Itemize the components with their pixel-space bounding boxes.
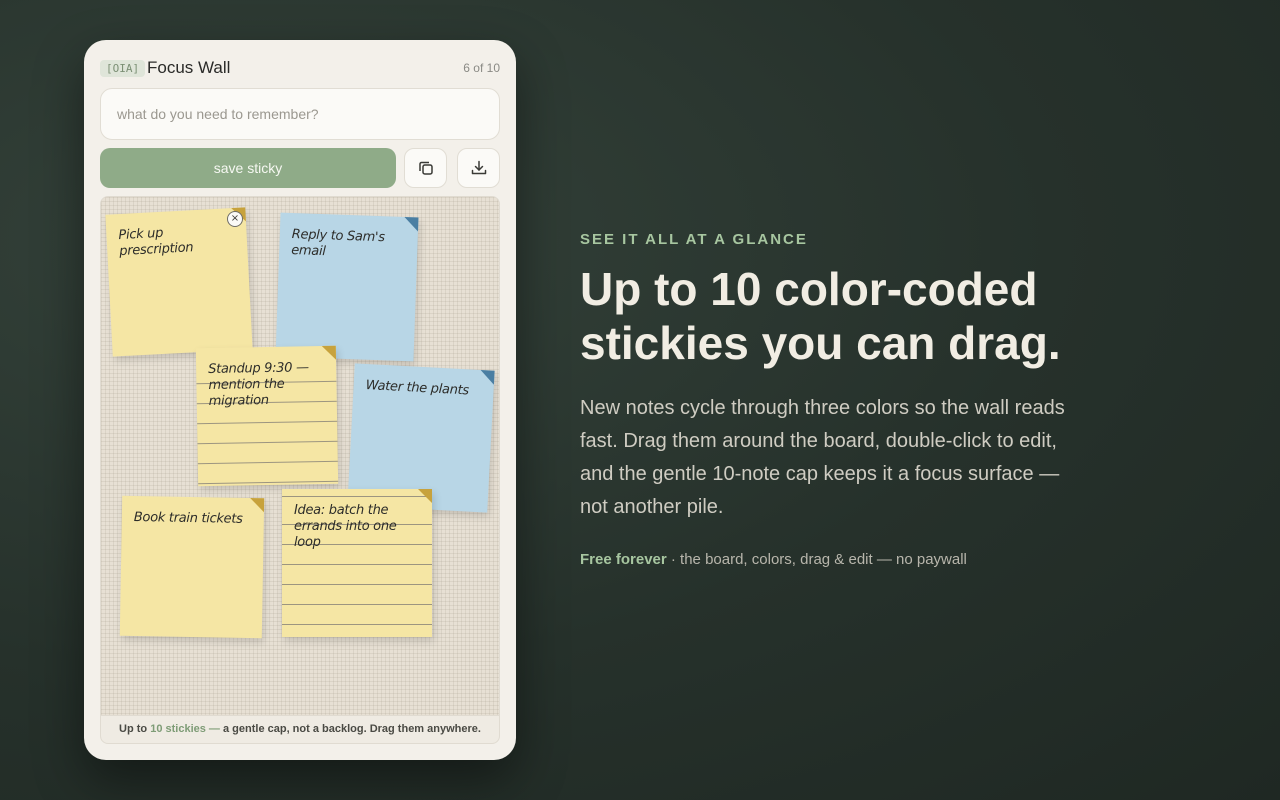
app-badge: [OIA] <box>100 60 146 77</box>
sticky-text: Reply to Sam's email <box>290 227 385 260</box>
free-label: Free forever <box>580 551 667 568</box>
sticky-note[interactable]: Standup 9:30 — mention the migration <box>195 345 339 487</box>
sticky-note[interactable]: Book train tickets <box>119 495 265 639</box>
copy-button[interactable] <box>404 148 447 188</box>
copy-icon <box>418 161 433 175</box>
pricing-note: Free forever · the board, colors, drag &… <box>580 551 967 568</box>
corner-fold <box>418 489 432 503</box>
sticky-count: 6 of 10 <box>463 61 500 75</box>
footer-prefix: Up to <box>119 723 151 735</box>
pricing-note-rest: · the board, colors, drag & edit — no pa… <box>666 551 967 568</box>
sticky-text: Water the plants <box>365 378 470 399</box>
popup-header: [OIA] Focus Wall 6 of 10 <box>100 58 500 82</box>
note-input[interactable] <box>100 88 500 140</box>
save-sticky-button[interactable]: save sticky <box>100 148 396 188</box>
focus-wall-popup: [OIA] Focus Wall 6 of 10 save sticky Pic… <box>84 40 516 760</box>
sticky-text: Book train tickets <box>133 509 243 527</box>
close-icon[interactable]: × <box>227 211 243 227</box>
board-footer: Up to 10 stickies — a gentle cap, not a … <box>101 715 499 743</box>
sticky-text: Pick up prescription <box>118 225 194 260</box>
corner-fold <box>321 345 337 361</box>
app-title: Focus Wall <box>147 58 231 77</box>
footer-suffix: a gentle cap, not a backlog. Drag them a… <box>219 723 481 735</box>
section-eyebrow: SEE IT ALL AT A GLANCE <box>580 231 808 248</box>
corner-fold <box>249 498 265 513</box>
corner-fold <box>479 370 495 385</box>
sticky-note[interactable]: Reply to Sam's email <box>275 212 419 362</box>
footer-accent: 10 stickies — <box>150 723 220 735</box>
sticky-note[interactable]: Idea: batch the errands into one loop <box>282 489 432 637</box>
corner-fold <box>403 216 419 232</box>
download-button[interactable] <box>457 148 500 188</box>
body-copy: New notes cycle through three colors so … <box>580 397 1065 518</box>
sticky-board[interactable]: Pick up prescription × Reply to Sam's em… <box>100 196 500 744</box>
sticky-text: Idea: batch the errands into one loop <box>294 503 397 550</box>
sticky-note[interactable]: Pick up prescription <box>105 207 253 357</box>
sticky-text: Standup 9:30 — mention the migration <box>208 360 309 410</box>
headline: Up to 10 color-coded stickies you can dr… <box>580 263 1061 369</box>
download-icon <box>471 160 486 175</box>
